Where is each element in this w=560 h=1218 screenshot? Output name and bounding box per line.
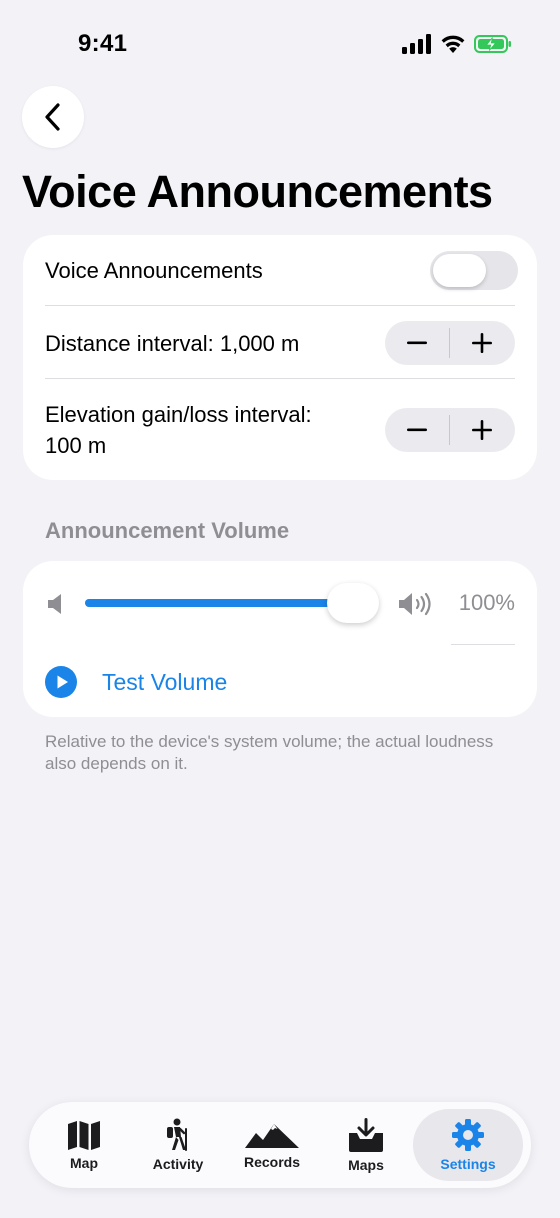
voice-settings-card: Voice Announcements Distance interval: 1…: [23, 235, 537, 480]
tab-label: Settings: [440, 1156, 496, 1172]
distance-interval-label: Distance interval: 1,000 m: [45, 331, 300, 356]
page-title: Voice Announcements: [22, 166, 493, 217]
volume-footnote: Relative to the device's system volume; …: [45, 732, 494, 773]
distance-decrement-button[interactable]: [385, 321, 449, 365]
status-bar: 9:41: [0, 0, 560, 92]
play-circle-icon: [45, 666, 77, 698]
elevation-increment-button[interactable]: [450, 408, 514, 452]
volume-slider-fill: [85, 599, 353, 607]
plus-icon: [472, 333, 492, 353]
download-tray-icon: [349, 1118, 383, 1152]
status-time: 9:41: [78, 30, 128, 57]
speaker-low-icon: [48, 594, 61, 614]
distance-increment-button[interactable]: [450, 321, 514, 365]
battery-charging-icon: [474, 35, 511, 53]
volume-card: 100% Test Volume: [23, 561, 537, 717]
test-volume-button[interactable]: Test Volume: [45, 666, 227, 698]
divider: [45, 378, 515, 379]
cellular-signal-icon: [402, 34, 431, 54]
divider: [45, 305, 515, 306]
volume-slider-thumb[interactable]: [327, 583, 379, 623]
tab-activity[interactable]: Activity: [131, 1109, 225, 1181]
divider: [451, 644, 515, 645]
volume-slider[interactable]: [85, 583, 379, 623]
elevation-interval-stepper: [385, 408, 515, 452]
status-icons: [402, 34, 512, 54]
tab-label: Map: [70, 1155, 98, 1171]
wifi-icon: [441, 35, 465, 53]
minus-icon: [407, 428, 427, 432]
mountains-icon: [245, 1124, 299, 1148]
tab-label: Maps: [348, 1157, 384, 1173]
tab-label: Activity: [152, 1156, 204, 1172]
gear-icon: [452, 1119, 484, 1151]
announcement-volume-header: Announcement Volume: [45, 518, 290, 543]
chevron-left-icon: [45, 103, 60, 131]
tab-maps[interactable]: Maps: [319, 1109, 413, 1181]
test-volume-label: Test Volume: [102, 668, 228, 695]
volume-percent: 100%: [458, 590, 515, 615]
tab-bar: Map Activity Records Maps Settings: [29, 1102, 531, 1188]
elevation-decrement-button[interactable]: [385, 408, 449, 452]
minus-icon: [407, 341, 427, 345]
tab-records[interactable]: Records: [225, 1109, 319, 1181]
speaker-high-icon: [399, 592, 431, 616]
tab-map[interactable]: Map: [37, 1109, 131, 1181]
tab-label: Records: [243, 1154, 301, 1170]
elevation-interval-label-line2: 100 m: [45, 433, 107, 458]
voice-announcements-label: Voice Announcements: [45, 258, 263, 283]
back-button[interactable]: [22, 86, 84, 148]
distance-interval-stepper: [385, 321, 515, 365]
toggle-knob: [433, 254, 486, 287]
elevation-interval-label-line1: Elevation gain/loss interval:: [45, 402, 312, 427]
tab-settings[interactable]: Settings: [413, 1109, 523, 1181]
hiker-icon: [167, 1118, 187, 1151]
plus-icon: [472, 420, 492, 440]
voice-announcements-toggle[interactable]: [430, 251, 518, 290]
map-icon: [68, 1121, 100, 1150]
